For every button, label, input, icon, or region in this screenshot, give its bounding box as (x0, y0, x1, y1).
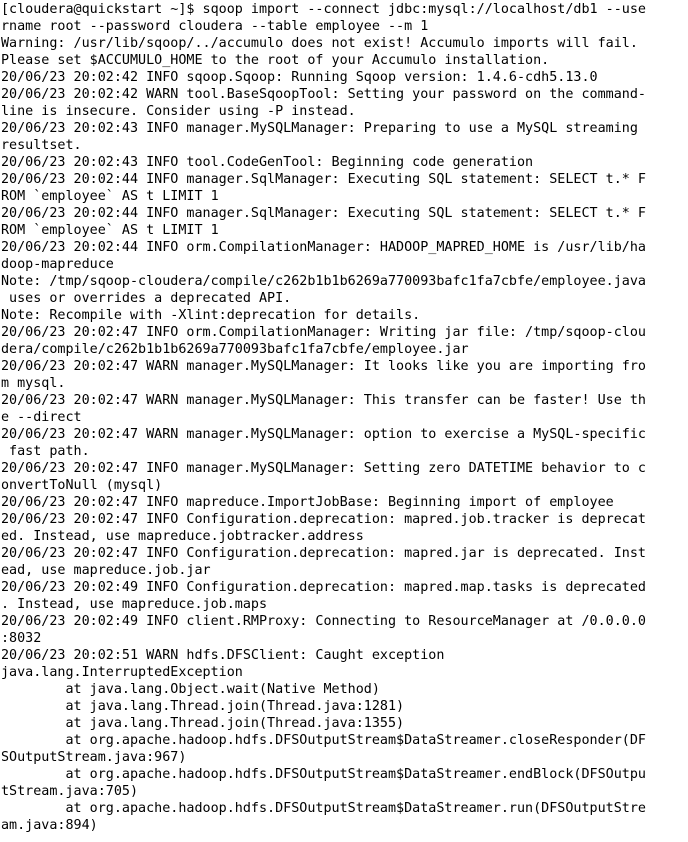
terminal-line: 20/06/23 20:02:51 WARN hdfs.DFSClient: C… (1, 648, 445, 663)
terminal-output[interactable]: [cloudera@quickstart ~]$ sqoop import --… (0, 0, 688, 842)
terminal-line: 20/06/23 20:02:47 INFO manager.MySQLMana… (1, 461, 646, 476)
terminal-line: 20/06/23 20:02:42 WARN tool.BaseSqoopToo… (1, 87, 646, 102)
terminal-line: at org.apache.hadoop.hdfs.DFSOutputStrea… (1, 801, 646, 816)
terminal-line: dera/compile/c262b1b1b6269a770093bafc1fa… (1, 342, 469, 357)
terminal-line: Warning: /usr/lib/sqoop/../accumulo does… (1, 36, 638, 51)
terminal-line: 20/06/23 20:02:43 INFO manager.MySQLMana… (1, 121, 638, 136)
terminal-line: ed. Instead, use mapreduce.jobtracker.ad… (1, 529, 364, 544)
terminal-line: at java.lang.Thread.join(Thread.java:135… (1, 716, 405, 731)
terminal-line: at java.lang.Thread.join(Thread.java:128… (1, 699, 405, 714)
terminal-line: [cloudera@quickstart ~]$ sqoop import --… (1, 2, 646, 17)
terminal-line: 20/06/23 20:02:47 WARN manager.MySQLMana… (1, 427, 646, 442)
terminal-line: Note: Recompile with -Xlint:deprecation … (1, 308, 421, 323)
terminal-line: 20/06/23 20:02:44 INFO manager.SqlManage… (1, 172, 646, 187)
terminal-line: am.java:894) (1, 818, 98, 833)
terminal-line: 20/06/23 20:02:47 WARN manager.MySQLMana… (1, 393, 646, 408)
terminal-line: 20/06/23 20:02:47 INFO mapreduce.ImportJ… (1, 495, 614, 510)
terminal-line: :8032 (1, 631, 42, 646)
terminal-line: 20/06/23 20:02:44 INFO manager.SqlManage… (1, 206, 646, 221)
terminal-line: onvertToNull (mysql) (1, 478, 163, 493)
terminal-line: ead, use mapreduce.job.jar (1, 563, 211, 578)
terminal-line: SOutputStream.java:967) (1, 750, 187, 765)
terminal-line: 20/06/23 20:02:49 INFO client.RMProxy: C… (1, 614, 646, 629)
terminal-line: . Instead, use mapreduce.job.maps (1, 597, 268, 612)
terminal-line: 20/06/23 20:02:47 INFO Configuration.dep… (1, 546, 646, 561)
terminal-line: Please set $ACCUMULO_HOME to the root of… (1, 53, 550, 68)
terminal-line: m mysql. (1, 376, 66, 391)
terminal-line: tStream.java:705) (1, 784, 139, 799)
terminal-line: 20/06/23 20:02:47 INFO orm.CompilationMa… (1, 325, 646, 340)
terminal-line: 20/06/23 20:02:42 INFO sqoop.Sqoop: Runn… (1, 70, 598, 85)
terminal-line: 20/06/23 20:02:44 INFO orm.CompilationMa… (1, 240, 646, 255)
terminal-line: Note: /tmp/sqoop-cloudera/compile/c262b1… (1, 274, 646, 289)
terminal-line: 20/06/23 20:02:47 WARN manager.MySQLMana… (1, 359, 646, 374)
terminal-line: 20/06/23 20:02:47 INFO Configuration.dep… (1, 512, 646, 527)
terminal-line: ROM `employee` AS t LIMIT 1 (1, 223, 219, 238)
terminal-line: resultset. (1, 138, 82, 153)
terminal-line: at org.apache.hadoop.hdfs.DFSOutputStrea… (1, 767, 646, 782)
terminal-line: ROM `employee` AS t LIMIT 1 (1, 189, 219, 204)
terminal-line: 20/06/23 20:02:49 INFO Configuration.dep… (1, 580, 646, 595)
terminal-line: line is insecure. Consider using -P inst… (1, 104, 356, 119)
terminal-line: 20/06/23 20:02:43 INFO tool.CodeGenTool:… (1, 155, 534, 170)
terminal-line: at java.lang.Object.wait(Native Method) (1, 682, 380, 697)
terminal-line: doop-mapreduce (1, 257, 114, 272)
terminal-line: java.lang.InterruptedException (1, 665, 243, 680)
terminal-line: e --direct (1, 410, 82, 425)
terminal-line: uses or overrides a deprecated API. (1, 291, 292, 306)
terminal-line: rname root --password cloudera --table e… (1, 19, 429, 34)
terminal-line: at org.apache.hadoop.hdfs.DFSOutputStrea… (1, 733, 646, 748)
terminal-line: fast path. (1, 444, 90, 459)
